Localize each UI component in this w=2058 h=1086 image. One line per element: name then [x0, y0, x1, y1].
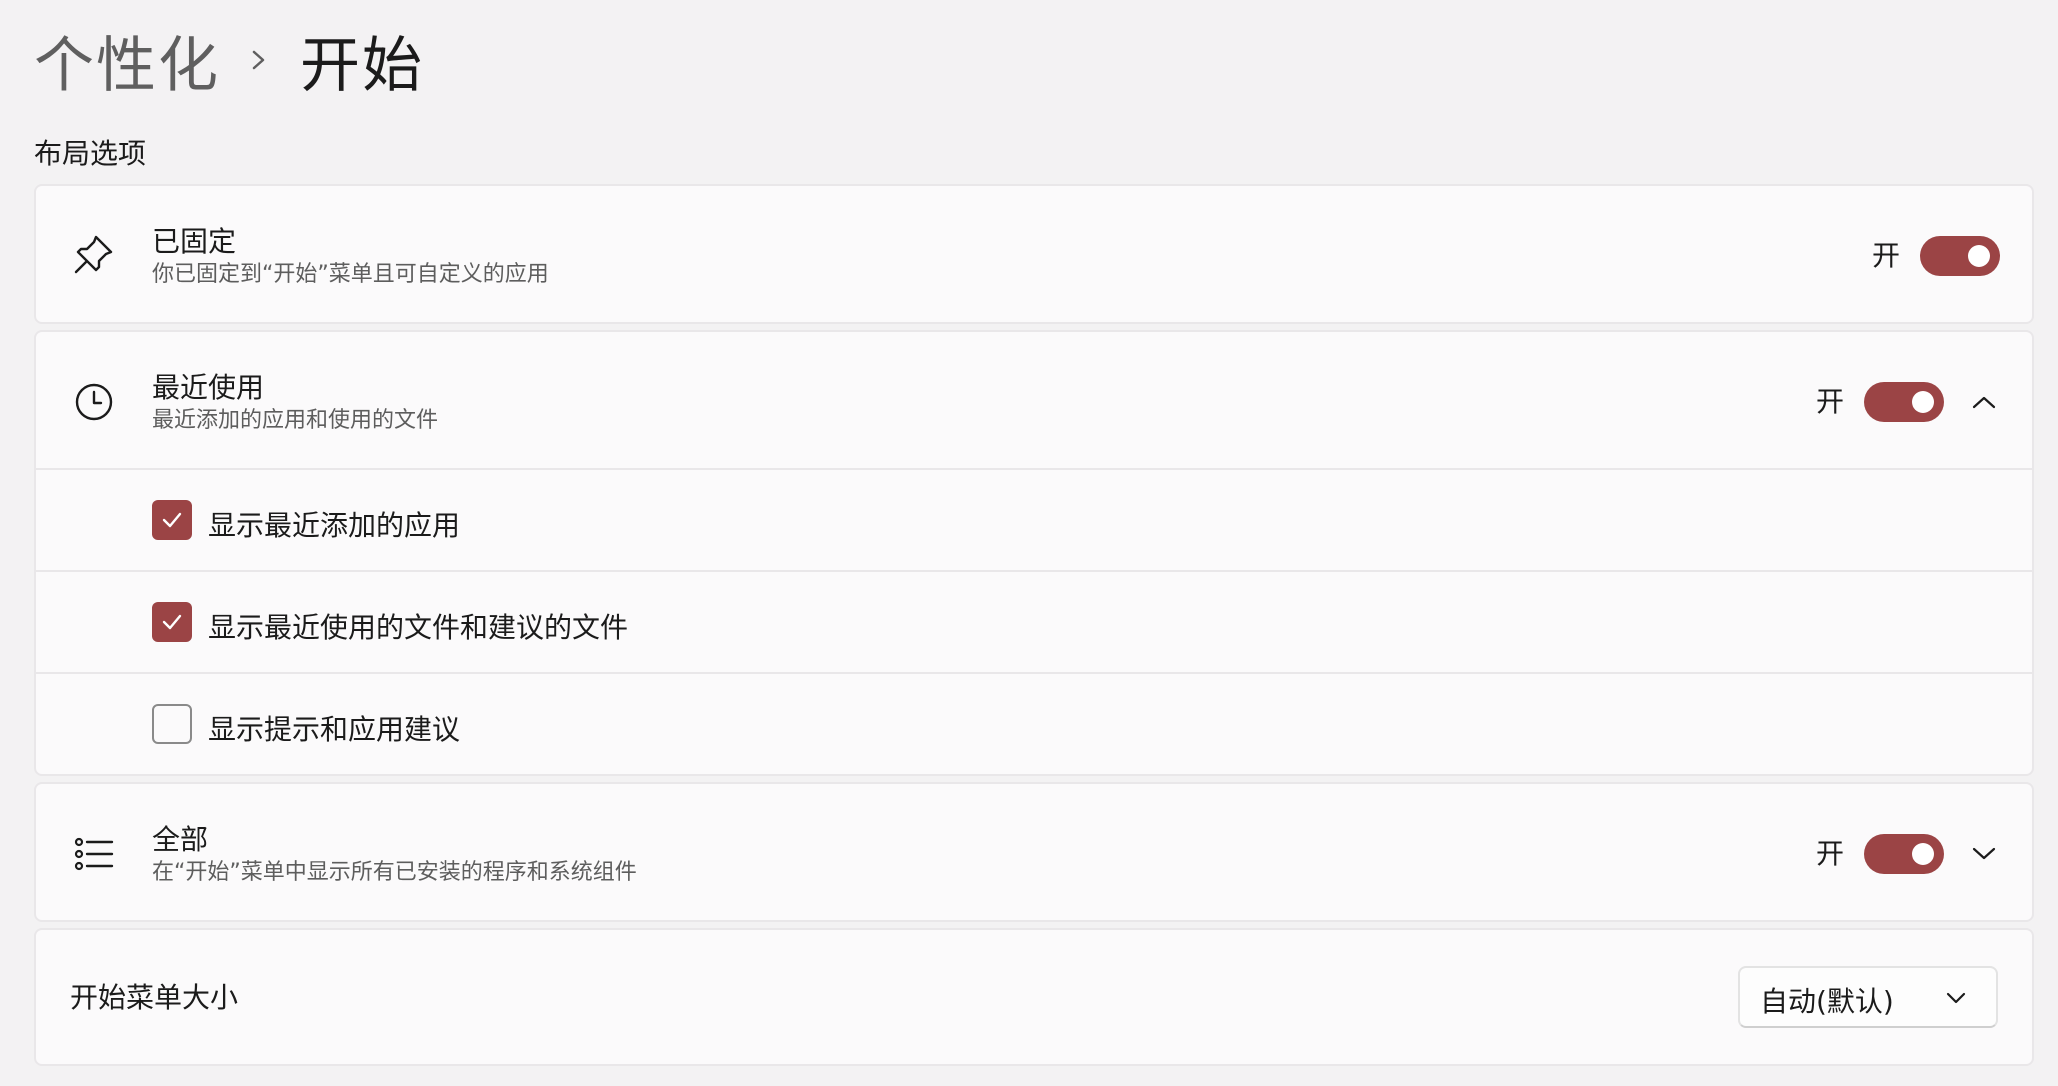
recent-title: 最近使用	[152, 371, 265, 404]
pinned-toggle-state-label: 开	[1871, 239, 1900, 272]
breadcrumb: 个性化 开始	[34, 18, 424, 102]
recent-option-row: 显示最近添加的应用	[36, 470, 2032, 570]
recent-text: 最近使用 最近添加的应用和使用的文件	[152, 370, 438, 436]
toggle-knob	[1912, 391, 1934, 413]
all-apps-toggle[interactable]	[1864, 834, 1944, 874]
page-title: 开始	[300, 30, 424, 101]
pinned-subtitle: 你已固定到“开始”菜单且可自定义的应用	[152, 262, 549, 287]
chevron-up-icon[interactable]	[1966, 384, 2002, 420]
show-tips-suggestions-label: 显示提示和应用建议	[208, 713, 461, 746]
recent-subtitle: 最近添加的应用和使用的文件	[152, 408, 439, 433]
all-apps-toggle-state-label: 开	[1815, 837, 1844, 870]
all-apps-title: 全部	[152, 823, 209, 856]
show-tips-suggestions-checkbox[interactable]	[152, 704, 192, 744]
start-menu-size-card: 开始菜单大小 自动(默认)	[34, 928, 2034, 1066]
show-recent-apps-checkbox[interactable]	[152, 500, 192, 540]
show-recent-files-checkbox[interactable]	[152, 602, 192, 642]
all-apps-subtitle: 在“开始”菜单中显示所有已安装的程序和系统组件	[152, 860, 637, 885]
toggle-knob	[1968, 245, 1990, 267]
pinned-toggle[interactable]	[1920, 236, 2000, 276]
recent-setting-card: 最近使用 最近添加的应用和使用的文件 开 显示最近添加的应用 显示最近使用的文件…	[34, 330, 2034, 776]
recent-toggle[interactable]	[1864, 382, 1944, 422]
pinned-text: 已固定 你已固定到“开始”菜单且可自定义的应用	[152, 224, 549, 290]
breadcrumb-parent-link[interactable]: 个性化	[34, 17, 220, 104]
clock-icon	[70, 378, 118, 426]
chevron-down-icon	[1944, 986, 1968, 1010]
all-apps-text: 全部 在“开始”菜单中显示所有已安装的程序和系统组件	[152, 822, 637, 888]
start-menu-size-title: 开始菜单大小	[70, 981, 239, 1014]
chevron-right-icon	[250, 45, 268, 75]
chevron-down-icon[interactable]	[1966, 836, 2002, 872]
section-title-layout-options: 布局选项	[34, 137, 147, 170]
start-menu-size-row: 开始菜单大小 自动(默认)	[36, 930, 2032, 1064]
start-menu-size-dropdown[interactable]: 自动(默认)	[1738, 966, 1998, 1028]
start-menu-size-selected: 自动(默认)	[1760, 985, 1894, 1018]
list-icon	[70, 830, 118, 878]
all-apps-row[interactable]: 全部 在“开始”菜单中显示所有已安装的程序和系统组件 开	[36, 784, 2032, 920]
all-apps-setting-card: 全部 在“开始”菜单中显示所有已安装的程序和系统组件 开	[34, 782, 2034, 922]
pinned-setting-card: 已固定 你已固定到“开始”菜单且可自定义的应用 开	[34, 184, 2034, 324]
pinned-row: 已固定 你已固定到“开始”菜单且可自定义的应用 开	[36, 186, 2032, 322]
pin-icon	[70, 230, 118, 278]
show-recent-files-label: 显示最近使用的文件和建议的文件	[208, 611, 629, 644]
checkmark-icon	[162, 512, 182, 528]
recent-option-row: 显示提示和应用建议	[36, 674, 2032, 774]
recent-toggle-state-label: 开	[1815, 385, 1844, 418]
pinned-title: 已固定	[152, 225, 237, 258]
recent-option-row: 显示最近使用的文件和建议的文件	[36, 572, 2032, 672]
toggle-knob	[1912, 843, 1934, 865]
recent-row[interactable]: 最近使用 最近添加的应用和使用的文件 开	[36, 332, 2032, 468]
show-recent-apps-label: 显示最近添加的应用	[208, 509, 461, 542]
checkmark-icon	[162, 614, 182, 630]
